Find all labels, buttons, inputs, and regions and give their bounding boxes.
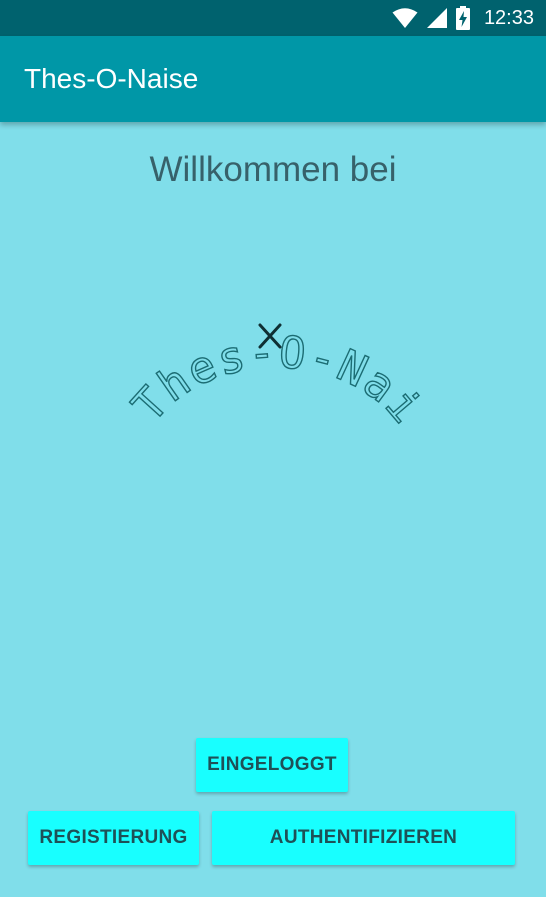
authentifizieren-button[interactable]: AUTHENTIFIZIEREN: [212, 811, 515, 865]
thes-o-naise-logo: Thes-O-Naise: [120, 290, 430, 435]
status-icons: 12:33: [392, 0, 534, 36]
status-time: 12:33: [483, 6, 534, 29]
status-bar: 12:33: [0, 0, 546, 36]
logo-text: Thes-O-Naise: [120, 290, 430, 435]
app-bar: Thes-O-Naise: [0, 36, 546, 122]
battery-charging-icon: [455, 6, 470, 30]
registrierung-button[interactable]: REGISTIERUNG: [28, 811, 199, 865]
svg-text:Thes-O-Naise: Thes-O-Naise: [120, 290, 430, 434]
app-title: Thes-O-Naise: [24, 63, 199, 94]
eingeloggt-button[interactable]: EINGELOGGT: [196, 738, 348, 792]
welcome-heading: Willkommen bei: [149, 150, 397, 189]
cell-signal-icon: [426, 8, 447, 28]
wifi-icon: [392, 8, 418, 28]
